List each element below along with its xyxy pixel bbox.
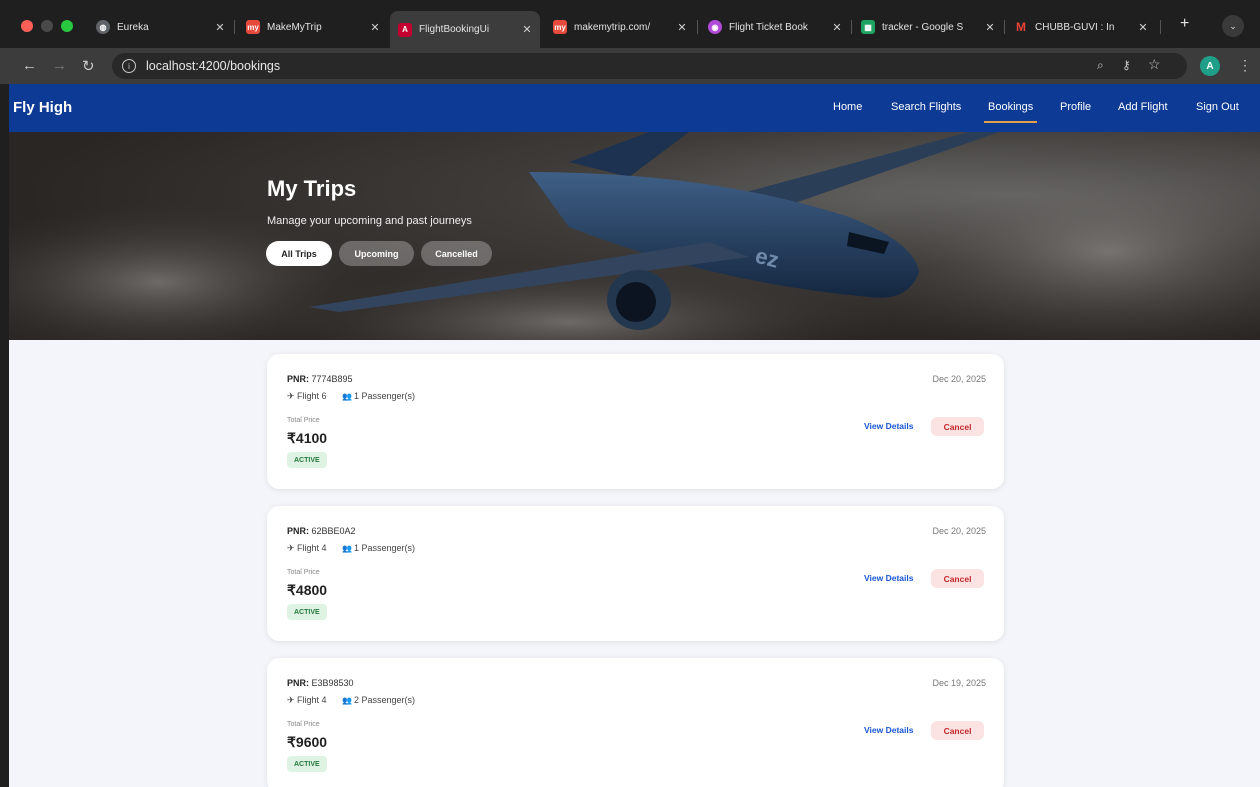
close-icon[interactable]: ✕ [983,21,997,34]
close-icon[interactable]: ✕ [830,21,844,34]
globe-icon: ◍ [96,20,110,34]
booking-card: PNR: 7774B895 Dec 20, 2025 ✈ Flight 6 👥 1… [267,354,1004,489]
back-icon[interactable]: ← [22,57,37,74]
reload-icon[interactable]: ↻ [82,57,95,75]
close-icon[interactable]: ✕ [1136,21,1150,34]
password-key-icon[interactable]: ⚷ [1122,58,1131,72]
flight-number: Flight 4 [297,543,327,553]
browser-tab[interactable]: ◉ Flight Ticket Book ✕ [700,13,850,41]
passenger-count: 1 Passenger(s) [353,543,415,553]
total-price: ₹4800 [287,582,328,598]
nav-bookings[interactable]: Bookings [983,101,1038,123]
total-price: ₹9600 [287,734,328,750]
pnr-label: PNR: [287,678,309,688]
maximize-window-button[interactable] [61,20,73,32]
booking-card: PNR: E3B98530 Dec 19, 2025 ✈ Flight 4 👥 2… [267,658,1004,787]
pnr-value: E3B98530 [311,678,354,688]
pnr-label: PNR: [287,374,309,384]
site-info-icon[interactable]: i [122,59,136,73]
browser-tab[interactable]: ▦ tracker - Google S ✕ [853,13,1003,41]
minimize-window-button[interactable] [41,20,53,32]
booking-card: PNR: 62BBE0A2 Dec 20, 2025 ✈ Flight 4 👥 1… [267,506,1004,641]
cancel-button[interactable]: Cancel [931,721,984,740]
flight-number: Flight 6 [297,391,327,401]
total-price-label: Total Price [287,721,320,728]
booking-date: Dec 19, 2025 [932,678,986,688]
filter-cancelled[interactable]: Cancelled [421,241,492,266]
filter-upcoming[interactable]: Upcoming [339,241,414,266]
address-bar[interactable]: i localhost:4200/bookings ⌕ ⚷ ☆ [112,53,1187,79]
close-window-button[interactable] [21,20,33,32]
booking-date: Dec 20, 2025 [932,374,986,384]
page-title: My Trips [267,176,357,201]
nav-profile[interactable]: Profile [1060,101,1091,113]
nav-search-flights[interactable]: Search Flights [891,101,961,113]
flight-number: Flight 4 [297,695,327,705]
menu-icon[interactable]: ⋮ [1238,57,1252,74]
plane-icon: ✈ [287,695,298,705]
web-page: Fly High Home Search Flights Bookings Pr… [9,84,1260,787]
status-badge: ACTIVE [287,452,327,468]
browser-tab[interactable]: my makemytrip.com/ ✕ [545,13,695,41]
new-tab-icon[interactable]: + [1180,15,1189,33]
hero-banner: ez My Trips Manage your upcoming and pas… [9,132,1260,340]
filter-all-trips[interactable]: All Trips [266,241,332,266]
nav-add-flight[interactable]: Add Flight [1118,101,1168,113]
brand-logo[interactable]: Fly High [13,99,72,116]
tab-search-icon[interactable]: ⌄ [1222,15,1244,37]
pnr-label: PNR: [287,526,309,536]
browser-tab[interactable]: my MakeMyTrip ✕ [238,13,388,41]
close-icon[interactable]: ✕ [368,21,382,34]
passenger-count: 1 Passenger(s) [353,391,415,401]
nav-home[interactable]: Home [833,101,862,113]
mmt-icon: my [553,20,567,34]
browser-tab-active[interactable]: A FlightBookingUi ✕ [390,11,540,48]
ticket-icon: ◉ [708,20,722,34]
passenger-count: 2 Passenger(s) [353,695,415,705]
angular-icon: A [398,22,412,37]
pnr-value: 7774B895 [311,374,353,384]
plane-icon: ✈ [287,391,298,401]
airplane-illustration: ez [9,132,1260,340]
booking-date: Dec 20, 2025 [932,526,986,536]
close-icon[interactable]: ✕ [675,21,689,34]
close-icon[interactable]: ✕ [213,21,227,34]
app-navbar: Fly High Home Search Flights Bookings Pr… [9,84,1260,132]
total-price-label: Total Price [287,417,320,424]
browser-tab-strip: ◍ Eureka ✕ my MakeMyTrip ✕ A FlightBooki… [0,0,1260,48]
passengers-icon: 👥 [342,392,352,401]
status-badge: ACTIVE [287,604,327,620]
passengers-icon: 👥 [342,696,352,705]
plane-icon: ✈ [287,543,298,553]
view-details-link[interactable]: View Details [864,573,913,583]
view-details-link[interactable]: View Details [864,725,913,735]
zoom-icon[interactable]: ⌕ [1097,58,1104,73]
total-price: ₹4100 [287,430,328,446]
gmail-icon: M [1016,20,1026,34]
close-icon[interactable]: ✕ [520,23,534,36]
pnr-value: 62BBE0A2 [311,526,356,536]
browser-tab[interactable]: ◍ Eureka ✕ [88,13,233,41]
cancel-button[interactable]: Cancel [931,417,984,436]
url-text[interactable]: localhost:4200/bookings [146,59,280,73]
mmt-icon: my [246,20,260,34]
passengers-icon: 👥 [342,544,352,553]
total-price-label: Total Price [287,569,320,576]
status-badge: ACTIVE [287,756,327,772]
sheets-icon: ▦ [861,20,875,34]
nav-sign-out[interactable]: Sign Out [1196,101,1239,113]
page-subtitle: Manage your upcoming and past journeys [267,215,472,227]
browser-toolbar: ← → ↻ i localhost:4200/bookings ⌕ ⚷ ☆ A … [0,48,1260,84]
cancel-button[interactable]: Cancel [931,569,984,588]
view-details-link[interactable]: View Details [864,421,913,431]
bookmark-star-icon[interactable]: ☆ [1148,56,1161,73]
browser-tab[interactable]: M CHUBB-GUVI : In ✕ [1006,13,1156,41]
forward-icon[interactable]: → [52,57,67,74]
profile-avatar[interactable]: A [1200,56,1220,76]
